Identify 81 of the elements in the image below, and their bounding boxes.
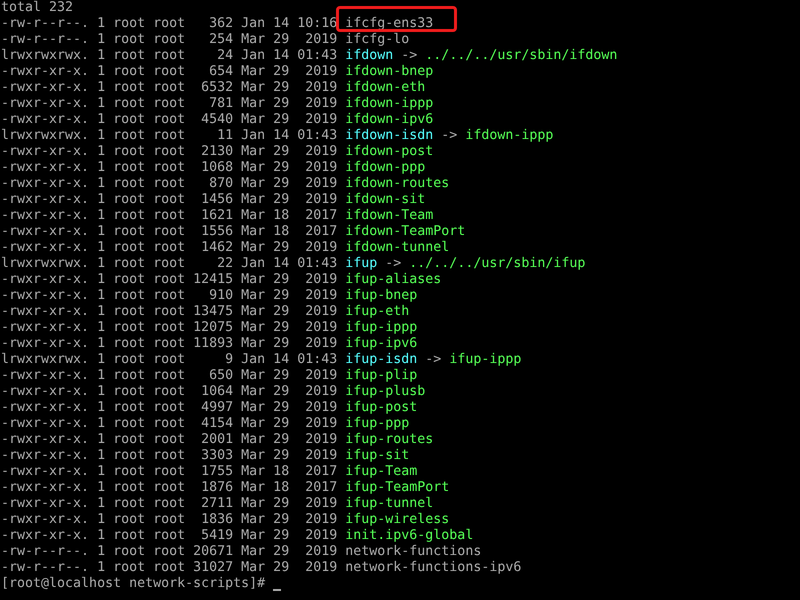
file-name: ifdown [345,48,394,63]
file-info: lrwxrwxrwx. 1 root root 24 Jan 14 01:43 [1,48,338,64]
file-info: -rwxr-xr-x. 1 root root 3303 Mar 29 2019 [1,448,338,464]
file-info: lrwxrwxrwx. 1 root root 9 Jan 14 01:43 [1,352,338,368]
file-name: ifup-bnep [345,288,418,303]
link-target: ../../../usr/sbin/ifup [409,256,586,272]
link-target: ifdown-ippp [465,128,554,144]
file-name: ifcfg-lo [345,32,410,47]
file-name: ifup-Team [345,464,418,479]
file-name: ifup-plip [345,368,418,383]
file-name: ifdown-isdn [345,128,434,143]
file-name: ifdown-ippp [345,96,434,111]
file-info: -rwxr-xr-x. 1 root root 4154 Mar 29 2019 [1,416,338,432]
file-name: ifup-plusb [345,384,426,399]
link-arrow: -> [385,256,402,272]
file-info: -rwxr-xr-x. 1 root root 781 Mar 29 2019 [1,96,338,112]
cursor [273,589,282,591]
file-name: ifup [345,256,378,271]
shell-prompt: [root@localhost network-scripts]# [1,576,266,592]
file-info: -rwxr-xr-x. 1 root root 13475 Mar 29 2019 [1,304,338,320]
file-info: -rwxr-xr-x. 1 root root 4997 Mar 29 2019 [1,400,338,416]
file-info: -rwxr-xr-x. 1 root root 1456 Mar 29 2019 [1,192,338,208]
file-name: ifdown-TeamPort [345,224,466,239]
file-name: network-functions [345,544,482,559]
file-info: -rw-r--r--. 1 root root 31027 Mar 29 2019 [1,560,338,576]
file-name: ifdown-sit [345,192,426,207]
file-name: ifdown-ipv6 [345,112,434,127]
file-name: ifup-wireless [345,512,450,527]
file-info: -rwxr-xr-x. 1 root root 1755 Mar 18 2017 [1,464,338,480]
file-info: -rwxr-xr-x. 1 root root 650 Mar 29 2019 [1,368,338,384]
file-name: ifup-ippp [345,320,418,335]
file-name: ifup-post [345,400,418,415]
file-info: -rwxr-xr-x. 1 root root 12075 Mar 29 2019 [1,320,338,336]
file-info: -rwxr-xr-x. 1 root root 1556 Mar 18 2017 [1,224,338,240]
total-line: total 232 [1,0,74,16]
file-name: network-functions-ipv6 [345,560,522,575]
file-info: -rwxr-xr-x. 1 root root 1462 Mar 29 2019 [1,240,338,256]
file-info: -rwxr-xr-x. 1 root root 654 Mar 29 2019 [1,64,338,80]
file-name: ifup-routes [345,432,434,447]
file-info: -rwxr-xr-x. 1 root root 1836 Mar 29 2019 [1,512,338,528]
link-target: ifup-ippp [449,352,522,368]
file-name: ifup-eth [345,304,410,319]
file-name: ifup-ppp [345,416,410,431]
file-info: -rwxr-xr-x. 1 root root 1621 Mar 18 2017 [1,208,338,224]
file-info: -rwxr-xr-x. 1 root root 5419 Mar 29 2019 [1,528,338,544]
file-name: ifdown-bnep [345,64,434,79]
file-name: ifdown-tunnel [345,240,450,255]
file-name: ifup-sit [345,448,410,463]
file-name: ifdown-routes [345,176,450,191]
file-info: -rwxr-xr-x. 1 root root 1068 Mar 29 2019 [1,160,338,176]
file-info: -rwxr-xr-x. 1 root root 1876 Mar 18 2017 [1,480,338,496]
file-info: -rwxr-xr-x. 1 root root 2001 Mar 29 2019 [1,432,338,448]
file-name: ifdown-post [345,144,434,159]
file-info: -rw-r--r--. 1 root root 362 Jan 14 10:16 [1,16,338,32]
file-info: -rwxr-xr-x. 1 root root 2130 Mar 29 2019 [1,144,338,160]
file-info: -rwxr-xr-x. 1 root root 910 Mar 29 2019 [1,288,338,304]
file-name: init.ipv6-global [345,528,474,543]
file-name: ifup-ipv6 [345,336,418,351]
file-info: -rw-r--r--. 1 root root 20671 Mar 29 2019 [1,544,338,560]
link-target: ../../../usr/sbin/ifdown [425,48,618,64]
file-name: ifup-tunnel [345,496,434,511]
file-info: -rwxr-xr-x. 1 root root 12415 Mar 29 2019 [1,272,338,288]
link-arrow: -> [441,128,458,144]
file-info: -rwxr-xr-x. 1 root root 4540 Mar 29 2019 [1,112,338,128]
file-name: ifdown-ppp [345,160,426,175]
file-info: -rwxr-xr-x. 1 root root 2711 Mar 29 2019 [1,496,338,512]
file-name: ifup-aliases [345,272,442,287]
file-name: ifup-isdn [345,352,418,367]
file-name: ifup-TeamPort [345,480,450,495]
file-info: -rwxr-xr-x. 1 root root 6532 Mar 29 2019 [1,80,338,96]
file-info: lrwxrwxrwx. 1 root root 22 Jan 14 01:43 [1,256,338,272]
file-name: ifdown-Team [345,208,434,223]
file-info: -rwxr-xr-x. 1 root root 11893 Mar 29 2019 [1,336,338,352]
file-name: ifdown-eth [345,80,426,95]
file-info: lrwxrwxrwx. 1 root root 11 Jan 14 01:43 [1,128,338,144]
link-arrow: -> [401,48,418,64]
file-name: ifcfg-ens33 [345,16,434,31]
file-info: -rw-r--r--. 1 root root 254 Mar 29 2019 [1,32,338,48]
file-info: -rwxr-xr-x. 1 root root 870 Mar 29 2019 [1,176,338,192]
link-arrow: -> [425,352,442,368]
file-info: -rwxr-xr-x. 1 root root 1064 Mar 29 2019 [1,384,338,400]
